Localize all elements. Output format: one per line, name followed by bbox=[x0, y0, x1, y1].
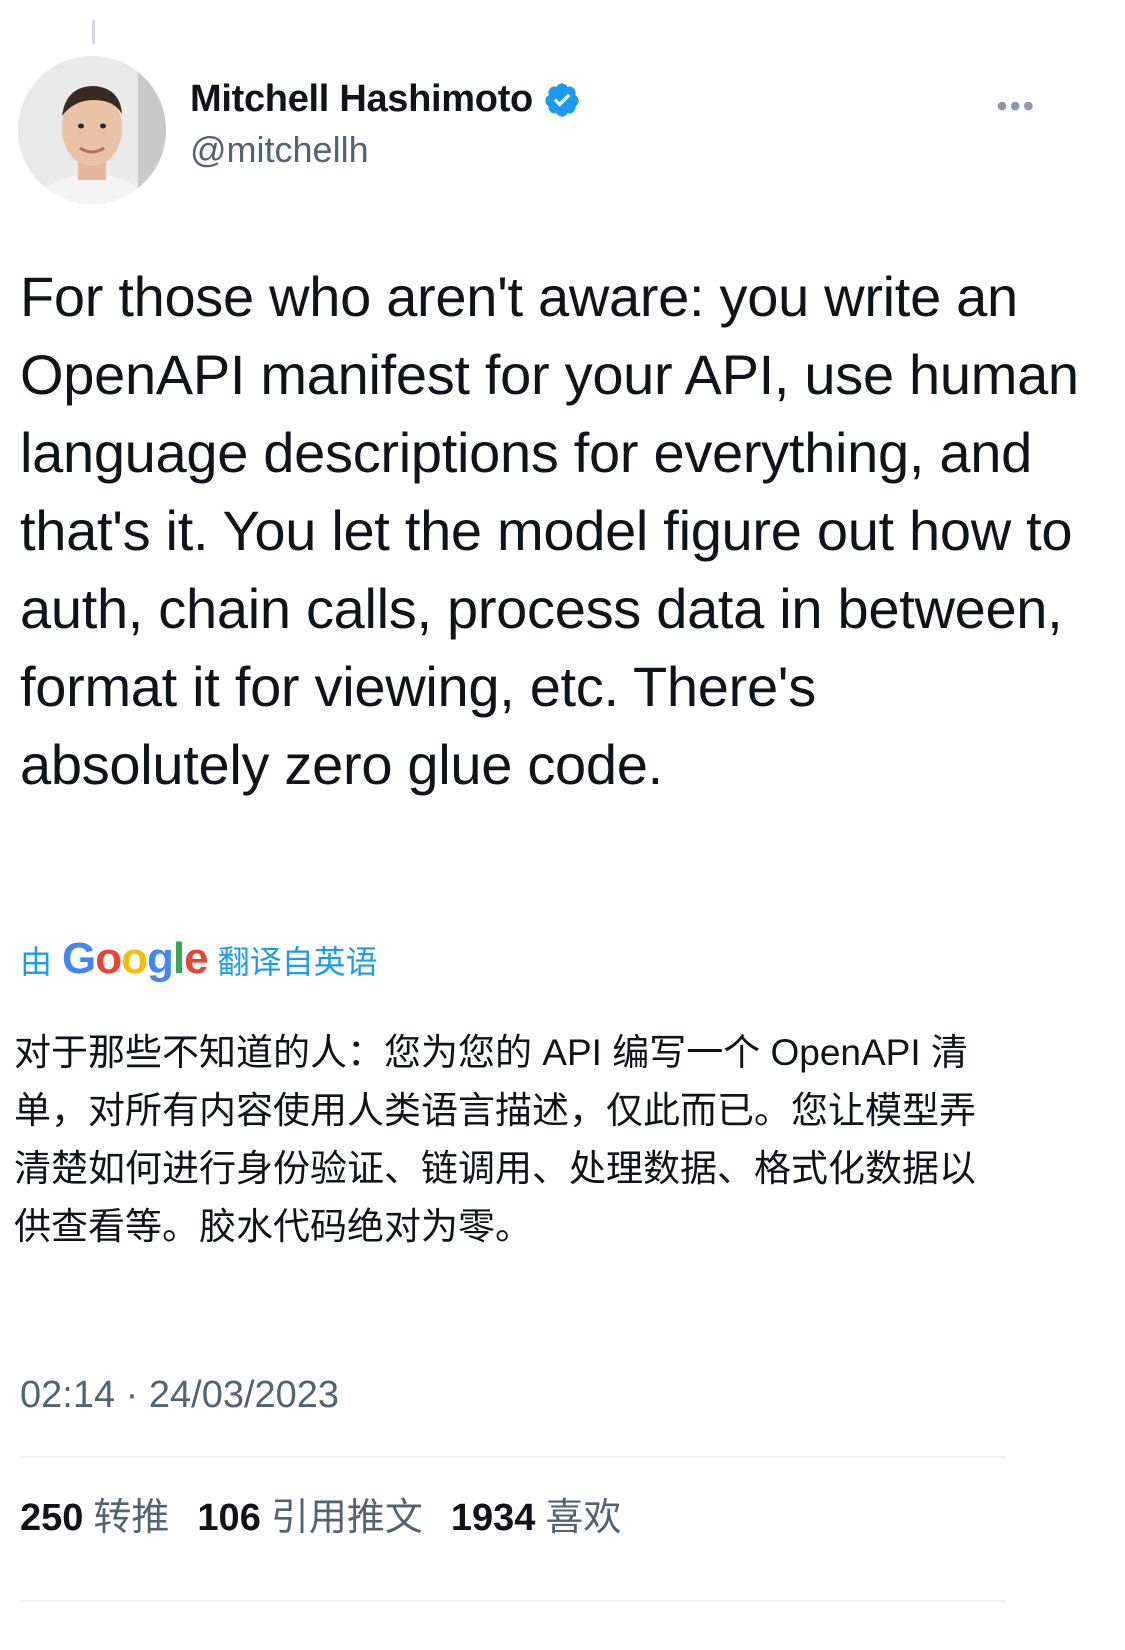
tweet-header: Mitchell Hashimoto @mitchellh ••• bbox=[18, 56, 1058, 206]
bottom-divider bbox=[20, 1600, 1006, 1602]
quotes-label: 引用推文 bbox=[270, 1497, 423, 1539]
display-name[interactable]: Mitchell Hashimoto bbox=[190, 78, 533, 121]
translated-text: 对于那些不知道的人：您为您的 API 编写一个 OpenAPI 清单，对所有内容… bbox=[14, 1032, 976, 1247]
likes-stat[interactable]: 1934 喜欢 bbox=[451, 1486, 622, 1541]
translate-from-label: 翻译自英语 bbox=[217, 944, 378, 980]
likes-label: 喜欢 bbox=[545, 1497, 622, 1539]
display-name-row: Mitchell Hashimoto bbox=[190, 78, 581, 121]
translate-by-label: 由 bbox=[20, 944, 53, 980]
verified-badge-icon bbox=[543, 81, 581, 119]
author-block: Mitchell Hashimoto @mitchellh bbox=[190, 78, 581, 171]
tweet-timestamp[interactable]: 02:14 · 24/03/2023 bbox=[20, 1374, 339, 1417]
google-logo: Google bbox=[62, 934, 209, 983]
more-horizontal-icon[interactable]: ••• bbox=[996, 88, 1036, 125]
retweets-count: 250 bbox=[20, 1497, 84, 1539]
divider bbox=[20, 1456, 1006, 1458]
tweet-text: For those who aren't aware: you write an… bbox=[20, 265, 1079, 796]
engagement-stats: 250 转推 106 引用推文 1934 喜欢 bbox=[20, 1486, 621, 1541]
quotes-count: 106 bbox=[197, 1497, 261, 1539]
likes-count: 1934 bbox=[450, 1497, 536, 1539]
avatar-photo bbox=[18, 56, 166, 204]
quotes-stat[interactable]: 106 引用推文 bbox=[197, 1486, 422, 1541]
avatar[interactable] bbox=[18, 56, 166, 204]
translation-attribution[interactable]: 由 Google 翻译自英语 bbox=[20, 934, 378, 984]
retweets-stat[interactable]: 250 转推 bbox=[20, 1486, 169, 1541]
retweets-label: 转推 bbox=[93, 1497, 170, 1539]
thread-connector-line bbox=[92, 20, 95, 44]
author-handle[interactable]: @mitchellh bbox=[190, 129, 581, 171]
